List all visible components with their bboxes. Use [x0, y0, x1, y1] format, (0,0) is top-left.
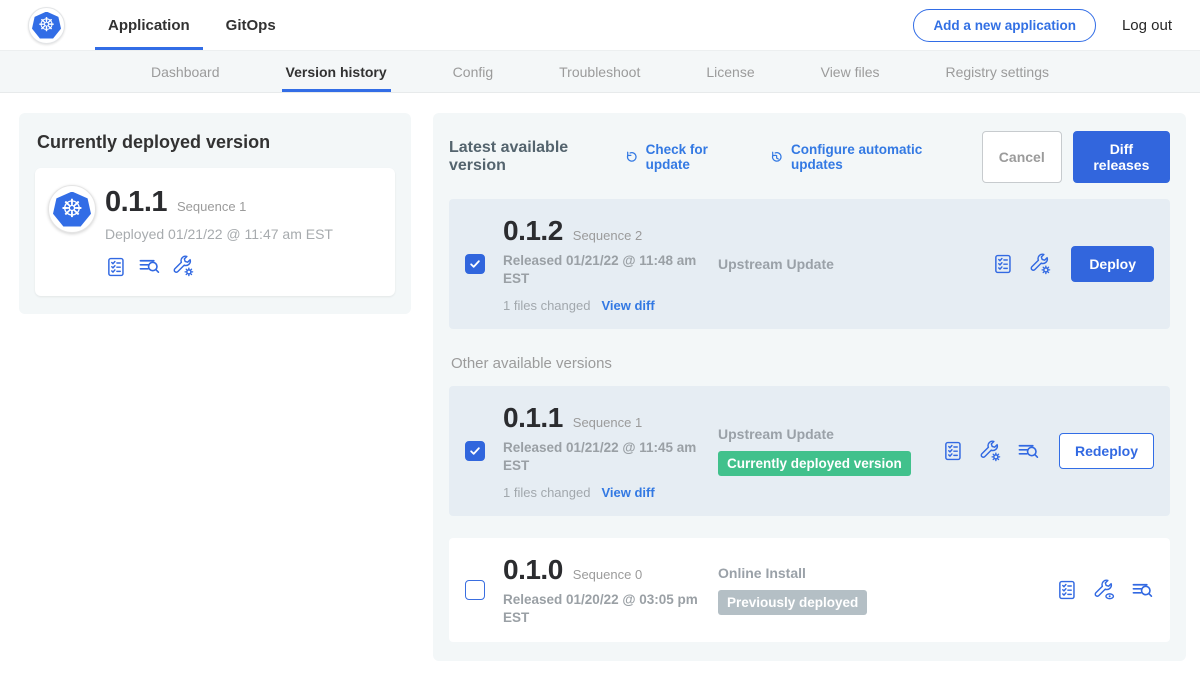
version-row-0-1-0: 0.1.0 Sequence 0 Released 01/20/22 @ 03:… — [449, 538, 1170, 642]
version-source-label: Upstream Update — [718, 256, 980, 272]
refresh-icon — [623, 149, 640, 166]
version-checkbox[interactable] — [465, 441, 485, 461]
check-for-update-label: Check for update — [646, 142, 742, 172]
tab-application[interactable]: Application — [95, 0, 203, 50]
app-kubernetes-logo-icon: ☸ — [48, 185, 96, 233]
sequence-label: Sequence 2 — [573, 228, 642, 243]
deployed-sequence-label: Sequence 1 — [177, 199, 246, 214]
tab-gitops-label: GitOps — [226, 17, 276, 34]
subnav-version-history[interactable]: Version history — [282, 51, 391, 92]
previously-deployed-badge: Previously deployed — [718, 590, 867, 615]
configure-automatic-updates-link[interactable]: Configure automatic updates — [768, 142, 956, 172]
deployed-version-number: 0.1.1 — [105, 186, 167, 219]
auto-update-clock-icon — [768, 149, 785, 166]
sequence-label: Sequence 0 — [573, 567, 642, 582]
released-timestamp: Released 01/21/22 @ 11:45 am EST — [503, 439, 699, 474]
kubernetes-logo-icon: ☸ — [28, 7, 65, 44]
app-subnav: Dashboard Version history Config Trouble… — [0, 50, 1200, 93]
preflight-checklist-icon[interactable] — [992, 253, 1014, 275]
add-new-application-button[interactable]: Add a new application — [913, 9, 1096, 42]
subnav-registry-settings[interactable]: Registry settings — [942, 51, 1053, 92]
top-tabs: Application GitOps — [95, 0, 289, 50]
edit-config-icon[interactable] — [172, 255, 195, 278]
top-navigation-bar: ☸ Application GitOps Add a new applicati… — [0, 0, 1200, 50]
latest-available-title: Latest available version — [449, 139, 611, 175]
deployed-version-card: ☸ 0.1.1 Sequence 1 Deployed 01/21/22 @ 1… — [35, 168, 395, 296]
tab-gitops[interactable]: GitOps — [213, 0, 289, 50]
view-diff-link[interactable]: View diff — [601, 298, 654, 313]
edit-config-icon[interactable] — [979, 440, 1002, 463]
currently-deployed-badge: Currently deployed version — [718, 451, 911, 476]
subnav-view-files[interactable]: View files — [817, 51, 884, 92]
sequence-label: Sequence 1 — [573, 415, 642, 430]
version-checkbox[interactable] — [465, 580, 485, 600]
version-row-0-1-1: 0.1.1 Sequence 1 Released 01/21/22 @ 11:… — [449, 386, 1170, 516]
version-source-label: Upstream Update — [718, 426, 930, 442]
deploy-logs-icon[interactable] — [1017, 440, 1040, 463]
subnav-config[interactable]: Config — [449, 51, 497, 92]
deploy-button[interactable]: Deploy — [1071, 246, 1154, 282]
version-number: 0.1.2 — [503, 215, 563, 247]
deploy-logs-icon[interactable] — [138, 255, 161, 278]
subnav-dashboard[interactable]: Dashboard — [147, 51, 224, 92]
other-available-versions-label: Other available versions — [451, 355, 1170, 372]
version-checkbox[interactable] — [465, 254, 485, 274]
subnav-troubleshoot[interactable]: Troubleshoot — [555, 51, 644, 92]
tab-application-label: Application — [108, 17, 190, 34]
edit-config-icon[interactable] — [1029, 253, 1052, 276]
version-source-label: Online Install — [718, 565, 1044, 581]
released-timestamp: Released 01/20/22 @ 03:05 pm EST — [503, 591, 699, 626]
files-changed-label: 1 files changed — [503, 298, 590, 313]
redeploy-button[interactable]: Redeploy — [1059, 433, 1154, 469]
cancel-button[interactable]: Cancel — [982, 131, 1062, 183]
view-config-icon[interactable] — [1093, 579, 1116, 602]
preflight-checklist-icon[interactable] — [942, 440, 964, 462]
files-changed-label: 1 files changed — [503, 485, 590, 500]
deploy-logs-icon[interactable] — [1131, 579, 1154, 602]
deployed-timestamp: Deployed 01/21/22 @ 11:47 am EST — [105, 226, 333, 242]
logout-link[interactable]: Log out — [1122, 17, 1172, 34]
version-row-0-1-2: 0.1.2 Sequence 2 Released 01/21/22 @ 11:… — [449, 199, 1170, 329]
preflight-checklist-icon[interactable] — [105, 256, 127, 278]
main-content: Currently deployed version ☸ 0.1.1 Seque… — [0, 93, 1200, 677]
configure-automatic-updates-label: Configure automatic updates — [791, 142, 956, 172]
version-number: 0.1.0 — [503, 554, 563, 586]
version-number: 0.1.1 — [503, 402, 563, 434]
diff-releases-button[interactable]: Diff releases — [1073, 131, 1170, 183]
view-diff-link[interactable]: View diff — [601, 485, 654, 500]
currently-deployed-panel: Currently deployed version ☸ 0.1.1 Seque… — [19, 113, 411, 314]
subnav-license[interactable]: License — [702, 51, 758, 92]
version-history-panel: Latest available version Check for updat… — [433, 113, 1186, 661]
preflight-checklist-icon[interactable] — [1056, 579, 1078, 601]
released-timestamp: Released 01/21/22 @ 11:48 am EST — [503, 252, 699, 287]
currently-deployed-title: Currently deployed version — [37, 132, 395, 153]
check-for-update-link[interactable]: Check for update — [623, 142, 742, 172]
